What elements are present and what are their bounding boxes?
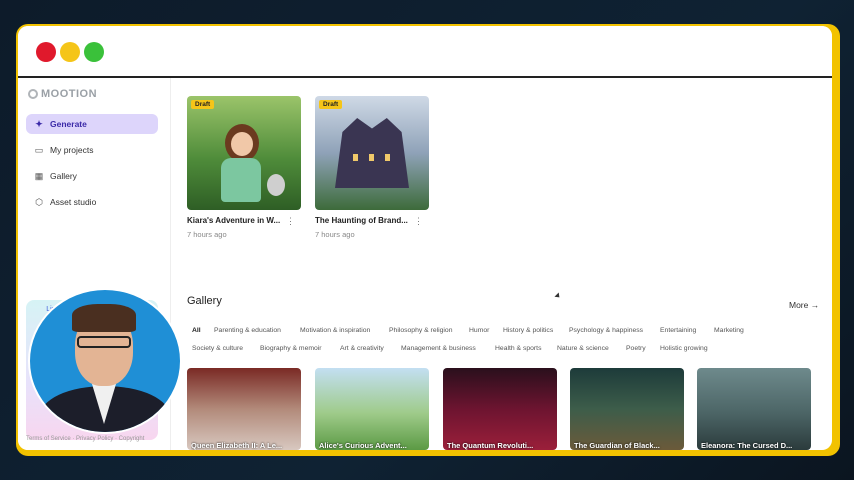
gallery-title: Gallery xyxy=(187,295,222,307)
more-link[interactable]: More → xyxy=(789,300,819,310)
close-window-button[interactable] xyxy=(36,42,56,62)
sidebar-item-label: Generate xyxy=(50,119,87,129)
category-tab[interactable]: Humor xyxy=(469,327,489,334)
category-tab[interactable]: Psychology & happiness xyxy=(569,327,643,334)
app-logo[interactable]: MOOTION xyxy=(28,88,97,100)
gallery-card-title: The Guardian of Black... xyxy=(574,441,660,450)
category-tab[interactable]: Holistic growing xyxy=(660,345,708,352)
gallery-card-title: The Quantum Revoluti... xyxy=(447,441,534,450)
project-thumbnail[interactable]: Draft xyxy=(315,96,429,210)
project-thumbnail[interactable]: Draft xyxy=(187,96,301,210)
project-time: 7 hours ago xyxy=(187,230,227,239)
sidebar-item-label: Asset studio xyxy=(50,197,97,207)
sidebar-item-label: Gallery xyxy=(50,171,77,181)
window-titlebar xyxy=(18,26,832,78)
cube-icon: ⬡ xyxy=(35,196,43,207)
folder-icon: ▭ xyxy=(34,144,44,155)
logo-icon xyxy=(28,89,38,99)
mouse-cursor-icon xyxy=(554,292,562,300)
category-tab[interactable]: Parenting & education xyxy=(214,327,281,334)
category-tab[interactable]: Art & creativity xyxy=(340,345,384,352)
sidebar-item-asset-studio[interactable]: ⬡ Asset studio xyxy=(26,192,158,212)
sidebar-item-my-projects[interactable]: ▭ My projects xyxy=(26,140,158,160)
category-tab-all[interactable]: All xyxy=(192,327,201,334)
sidebar-item-label: My projects xyxy=(50,145,94,155)
project-card[interactable]: Draft The Haunting of Brand... 7 hours a… xyxy=(315,96,429,239)
category-tab[interactable]: Health & sports xyxy=(495,345,541,352)
category-tab[interactable]: Marketing xyxy=(714,327,744,334)
project-title[interactable]: The Haunting of Brand... xyxy=(315,216,411,225)
draft-badge: Draft xyxy=(319,100,343,109)
category-tab[interactable]: Motivation & inspiration xyxy=(300,327,370,334)
presenter-webcam-overlay xyxy=(28,288,182,434)
project-card[interactable]: Draft Kiara's Adventure in W... 7 hours … xyxy=(187,96,301,239)
category-tab[interactable]: Management & business xyxy=(401,345,476,352)
footer-links[interactable]: Terms of Service · Privacy Policy · Copy… xyxy=(26,436,144,442)
project-title[interactable]: Kiara's Adventure in W... xyxy=(187,216,283,225)
category-tab[interactable]: Entertaining xyxy=(660,327,696,334)
category-tab[interactable]: History & politics xyxy=(503,327,553,334)
sparkle-icon: ✦ xyxy=(35,118,43,129)
gallery-card-title: Alice's Curious Advent... xyxy=(319,441,407,450)
gallery-card-title: Queen Elizabeth II: A Le... xyxy=(191,441,283,450)
more-options-icon[interactable]: ⋮ xyxy=(286,216,295,227)
minimize-window-button[interactable] xyxy=(60,42,80,62)
gallery-card[interactable]: The Quantum Revoluti... xyxy=(443,368,557,450)
more-options-icon[interactable]: ⋮ xyxy=(414,216,423,227)
sidebar-item-gallery[interactable]: ▦ Gallery xyxy=(26,166,158,186)
sidebar-item-generate[interactable]: ✦ Generate xyxy=(26,114,158,134)
logo-text: MOOTION xyxy=(41,88,98,100)
gallery-card[interactable]: Eleanora: The Cursed D... xyxy=(697,368,811,450)
gallery-card[interactable]: The Guardian of Black... xyxy=(570,368,684,450)
grid-icon: ▦ xyxy=(34,170,44,181)
category-tab[interactable]: Society & culture xyxy=(192,345,243,352)
gallery-card[interactable]: Queen Elizabeth II: A Le... xyxy=(187,368,301,450)
category-tab[interactable]: Nature & science xyxy=(557,345,609,352)
gallery-card[interactable]: Alice's Curious Advent... xyxy=(315,368,429,450)
category-tab[interactable]: Poetry xyxy=(626,345,646,352)
project-time: 7 hours ago xyxy=(315,230,355,239)
category-tab[interactable]: Philosophy & religion xyxy=(389,327,452,334)
category-tab[interactable]: Biography & memoir xyxy=(260,345,322,352)
maximize-window-button[interactable] xyxy=(84,42,104,62)
main-content: Draft Kiara's Adventure in W... 7 hours … xyxy=(170,78,832,450)
draft-badge: Draft xyxy=(191,100,215,109)
gallery-card-title: Eleanora: The Cursed D... xyxy=(701,441,793,450)
